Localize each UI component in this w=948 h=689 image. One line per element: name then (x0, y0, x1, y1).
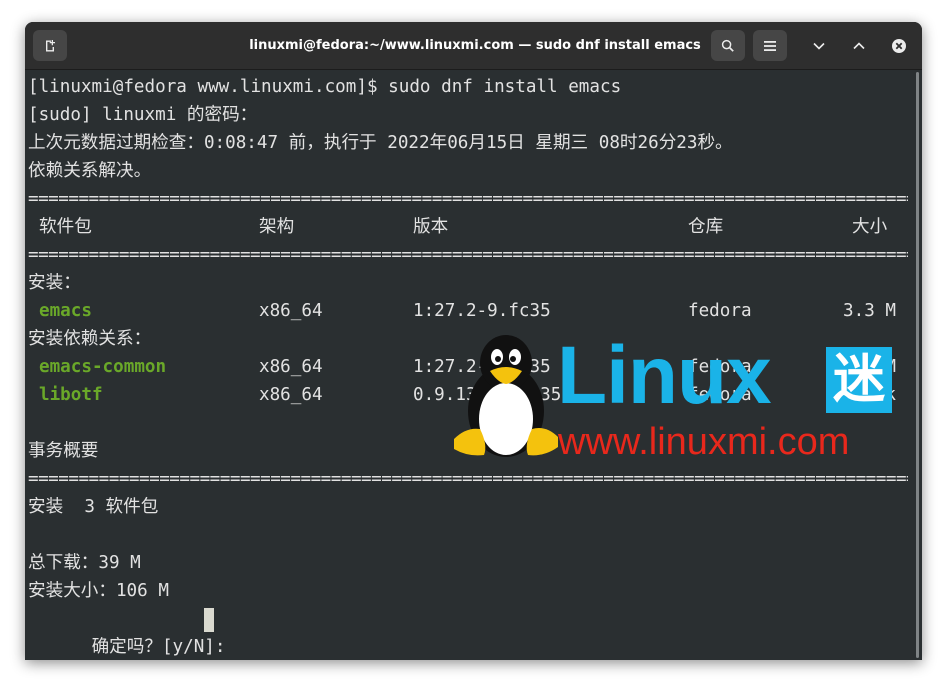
command-line: [linuxmi@fedora www.linuxmi.com]$ sudo d… (28, 77, 622, 97)
confirm-prompt-line: 确定吗？[y/N]: (28, 605, 328, 657)
scrollbar[interactable] (916, 72, 919, 658)
logo-wordmark: Linux (557, 330, 772, 421)
new-tab-button[interactable] (33, 30, 67, 61)
installed-size: 安装大小：106 M (28, 581, 169, 601)
minimize-button[interactable] (802, 30, 836, 61)
text-cursor (204, 608, 214, 632)
separator-rule: ========================================… (28, 189, 908, 209)
new-tab-icon (43, 39, 57, 53)
header-size: 大小 (852, 217, 888, 237)
search-icon (721, 39, 735, 53)
package-name: emacs (39, 301, 92, 321)
hamburger-menu-icon (763, 40, 777, 52)
minimize-icon (812, 41, 826, 51)
close-button[interactable] (882, 30, 916, 61)
install-label: 安装： (28, 273, 81, 293)
install-summary: 安装 3 软件包 (28, 497, 159, 517)
header-repo: 仓库 (688, 217, 724, 237)
header-arch: 架构 (259, 217, 295, 237)
tux-penguin-icon (454, 335, 558, 457)
dependencies-label: 安装依赖关系： (28, 329, 152, 349)
package-arch: x86_64 (259, 301, 323, 321)
header-package: 软件包 (39, 217, 92, 237)
linuxmi-watermark: Linux 迷 www.linuxmi.com (450, 330, 892, 468)
package-size: 3.3 M (843, 301, 896, 321)
window-title: linuxmi@fedora:~/www.linuxmi.com — sudo … (249, 38, 701, 53)
close-icon (891, 38, 907, 54)
package-version: 1:27.2-9.fc35 (413, 301, 551, 321)
transaction-summary-label: 事务概要 (28, 441, 99, 461)
package-repo: fedora (688, 301, 752, 321)
package-arch: x86_64 (259, 357, 323, 377)
confirm-prompt: 确定吗？[y/N]: (91, 637, 237, 657)
total-download-size: 总下载：39 M (28, 553, 141, 573)
maximize-button[interactable] (842, 30, 876, 61)
separator-rule: ========================================… (28, 245, 908, 265)
logo-url: www.linuxmi.com (558, 421, 850, 463)
metadata-check-line: 上次元数据过期检查：0:08:47 前，执行于 2022年06月15日 星期三 … (28, 133, 733, 153)
sudo-password-prompt: [sudo] linuxmi 的密码： (28, 105, 258, 125)
package-name: libotf (39, 385, 103, 405)
menu-button[interactable] (753, 30, 787, 61)
table-row: emacs x86_64 1:27.2-9.fc35 fedora 3.3 M (28, 297, 908, 325)
logo-character: 迷 (826, 347, 892, 413)
search-button[interactable] (711, 30, 745, 61)
dependency-resolved-line: 依赖关系解决。 (28, 161, 152, 181)
maximize-icon (852, 41, 866, 51)
package-arch: x86_64 (259, 385, 323, 405)
separator-rule: ========================================… (28, 469, 908, 489)
title-bar: linuxmi@fedora:~/www.linuxmi.com — sudo … (25, 22, 922, 70)
table-header: 软件包 架构 版本 仓库 大小 (28, 213, 908, 241)
header-version: 版本 (413, 217, 449, 237)
package-name: emacs-common (39, 357, 167, 377)
